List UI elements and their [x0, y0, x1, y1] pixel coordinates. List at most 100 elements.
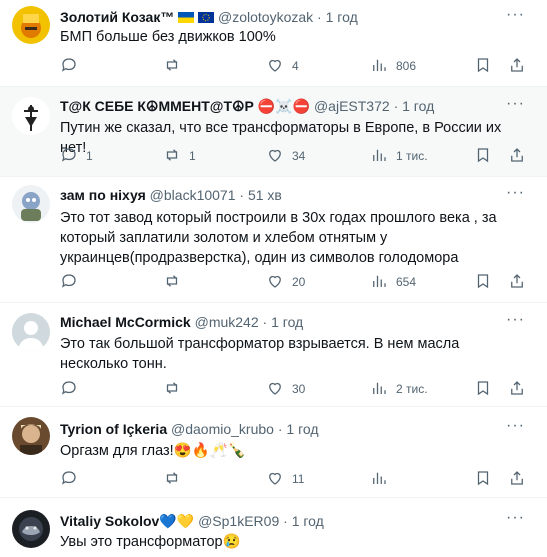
reply-icon [60, 146, 78, 167]
views-button[interactable] [370, 468, 396, 490]
reply-tweet[interactable]: Michael McCormick @muk242 · 1 год ··· Эт… [0, 303, 547, 407]
views-button[interactable]: 654 [370, 271, 416, 293]
display-name[interactable]: зам по ніхуя [60, 187, 146, 203]
timestamp[interactable]: 1 год [402, 98, 434, 114]
separator-dot: · [393, 98, 399, 114]
share-button[interactable] [508, 55, 526, 77]
like-button[interactable]: 20 [266, 271, 305, 293]
like-button[interactable]: 11 [266, 468, 304, 490]
timestamp[interactable]: 51 хв [248, 187, 282, 203]
reply-tweet[interactable]: Золотий Козак™ @zolotoykozak · 1 год ···… [0, 0, 547, 87]
avatar[interactable] [12, 97, 50, 135]
heart-icon [266, 272, 284, 293]
bookmark-button[interactable] [474, 145, 492, 167]
avatar[interactable] [12, 417, 50, 455]
timestamp[interactable]: 1 год [271, 314, 303, 330]
reply-tweet[interactable]: Т@К СЕБЕ К☮ММЕНТ@Т☮Р ⛔☠️⛔ @ajEST372 · 1 … [0, 87, 547, 177]
share-button[interactable] [508, 145, 526, 167]
tweet-text: Увы это трансформатор😢 [60, 534, 241, 550]
bookmark-button[interactable] [474, 378, 492, 400]
share-button[interactable] [508, 378, 526, 400]
share-icon [508, 379, 526, 400]
eu-flag-icon [198, 8, 215, 27]
display-name[interactable]: Т@К СЕБЕ К☮ММЕНТ@Т☮Р ⛔☠️⛔ [60, 98, 310, 114]
heart-icon [266, 379, 284, 400]
views-count: 1 тис. [396, 149, 428, 163]
reply-button[interactable] [60, 468, 86, 490]
share-button[interactable] [508, 468, 526, 490]
like-button[interactable]: 4 [266, 55, 299, 77]
reply-button[interactable]: 1 [60, 145, 93, 167]
bookmark-button[interactable] [474, 55, 492, 77]
avatar[interactable] [12, 185, 50, 223]
reply-tweet[interactable]: Tyrion of Içkeria @daomio_krubo · 1 год … [0, 407, 547, 498]
more-options-icon[interactable]: ··· [506, 6, 525, 24]
bookmark-button[interactable] [474, 468, 492, 490]
retweet-button[interactable] [163, 271, 189, 293]
retweet-icon [163, 272, 181, 293]
more-options-icon[interactable]: ··· [506, 95, 525, 113]
user-handle[interactable]: @ajEST372 [314, 98, 390, 114]
share-button[interactable] [508, 271, 526, 293]
separator-dot: · [283, 513, 288, 529]
views-chart-icon [370, 146, 388, 167]
reply-count: 1 [86, 149, 93, 163]
display-name[interactable]: Tyrion of Içkeria [60, 421, 167, 437]
more-options-icon[interactable]: ··· [506, 311, 525, 329]
bookmark-button[interactable] [474, 271, 492, 293]
separator-dot: · [262, 314, 268, 330]
like-count: 4 [292, 59, 299, 73]
share-icon [508, 272, 526, 293]
like-count: 11 [292, 472, 305, 486]
views-count: 806 [396, 59, 417, 73]
timestamp[interactable]: 1 год [292, 513, 324, 529]
reply-tweet[interactable]: зам по ніхуя @black10071 · 51 хв ··· Это… [0, 177, 547, 303]
timestamp[interactable]: 1 год [286, 421, 318, 437]
views-chart-icon [370, 379, 388, 400]
retweet-button[interactable] [163, 55, 189, 77]
share-icon [508, 146, 526, 167]
bookmark-icon [474, 146, 492, 167]
reply-icon [60, 56, 78, 77]
avatar[interactable] [12, 6, 50, 44]
bookmark-icon [474, 469, 492, 490]
views-button[interactable]: 806 [370, 55, 416, 77]
views-chart-icon [370, 56, 388, 77]
reply-button[interactable] [60, 271, 86, 293]
views-count: 2 тис. [396, 382, 428, 396]
display-name[interactable]: Michael McCormick [60, 314, 191, 330]
like-button[interactable]: 30 [266, 378, 305, 400]
user-handle[interactable]: @black10071 [150, 187, 236, 203]
retweet-button[interactable]: 1 [163, 145, 196, 167]
like-count: 34 [292, 149, 306, 163]
views-button[interactable]: 1 тис. [370, 145, 428, 167]
ukraine-flag-icon [178, 8, 195, 27]
bookmark-icon [474, 272, 492, 293]
share-icon [508, 469, 526, 490]
display-name[interactable]: Vitaliy Sokolov💙💛 [60, 513, 194, 529]
avatar[interactable] [12, 510, 50, 548]
retweet-button[interactable] [163, 468, 189, 490]
more-options-icon[interactable]: ··· [506, 417, 525, 435]
views-chart-icon [370, 469, 388, 490]
like-count: 30 [292, 382, 306, 396]
user-handle[interactable]: @muk242 [195, 314, 259, 330]
user-handle[interactable]: @Sp1kER09 [198, 513, 279, 529]
more-options-icon[interactable]: ··· [506, 509, 525, 527]
reply-tweet[interactable]: Vitaliy Sokolov💙💛 @Sp1kER09 · 1 год ··· … [0, 498, 547, 557]
reply-button[interactable] [60, 55, 86, 77]
tweet-text: Оргазм для глаз!😍🔥🥂🍾 [60, 443, 246, 459]
separator-dot: · [277, 421, 283, 437]
tweet-text: БМП больше без движков 100% [60, 29, 276, 45]
timestamp[interactable]: 1 год [326, 9, 358, 25]
user-handle[interactable]: @daomio_krubo [171, 421, 274, 437]
bookmark-icon [474, 379, 492, 400]
display-name[interactable]: Золотий Козак™ [60, 9, 174, 25]
like-button[interactable]: 34 [266, 145, 305, 167]
retweet-button[interactable] [163, 378, 189, 400]
more-options-icon[interactable]: ··· [506, 184, 525, 202]
avatar[interactable] [12, 313, 50, 351]
views-button[interactable]: 2 тис. [370, 378, 428, 400]
user-handle[interactable]: @zolotoykozak [218, 9, 313, 25]
reply-button[interactable] [60, 378, 86, 400]
